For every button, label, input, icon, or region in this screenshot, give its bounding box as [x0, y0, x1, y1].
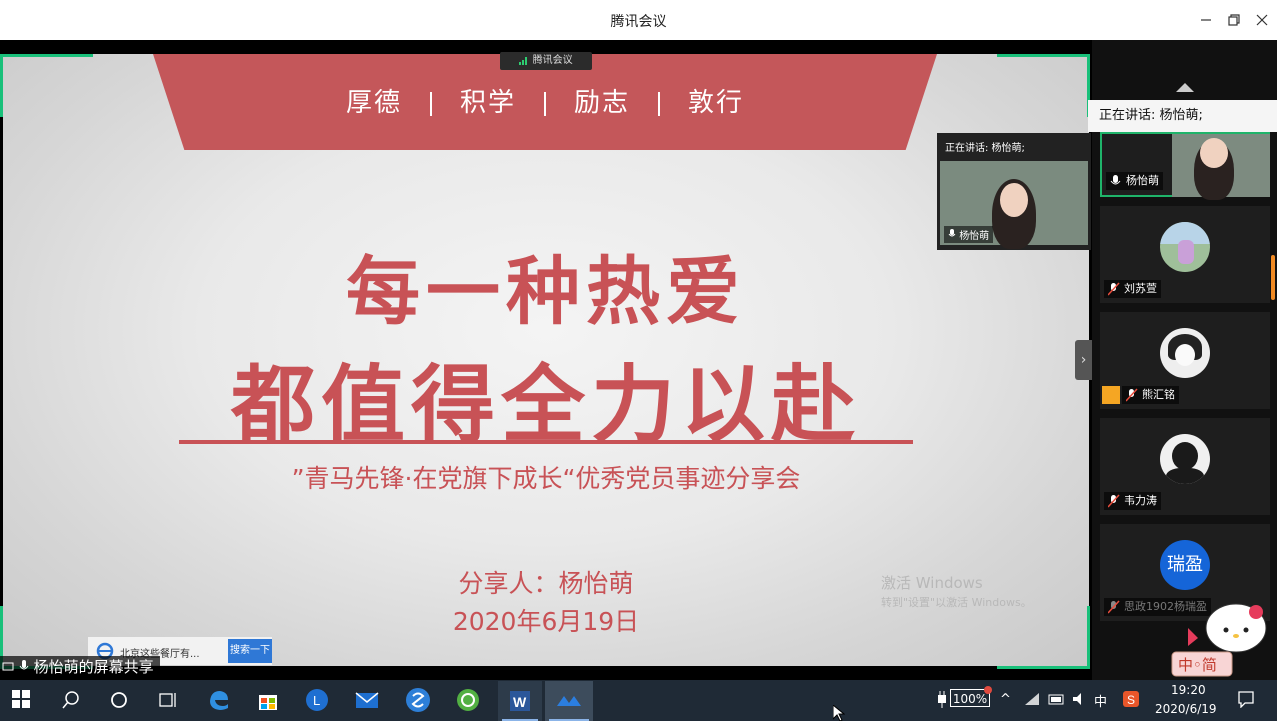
participant-tile[interactable]: 刘苏萱: [1100, 206, 1270, 303]
clock-app-icon[interactable]: L: [305, 688, 331, 714]
360-browser-icon[interactable]: [456, 688, 482, 714]
svg-text:W: W: [513, 694, 527, 710]
search-icon[interactable]: [60, 689, 86, 715]
clock-time[interactable]: 19:20: [1171, 683, 1206, 697]
participant-tile[interactable]: 韦力涛: [1100, 418, 1270, 515]
svg-text:L: L: [313, 693, 320, 708]
mic-muted-icon: [1108, 600, 1120, 614]
edge-browser-icon[interactable]: [207, 688, 233, 714]
participant-name: 韦力涛: [1104, 492, 1161, 510]
avatar: [1160, 222, 1210, 272]
title-bar: 腾讯会议: [0, 0, 1277, 40]
collapse-sidebar-button[interactable]: ›: [1075, 340, 1092, 380]
participant-name: 杨怡萌: [1106, 172, 1163, 190]
sidebar-scrollbar[interactable]: [1271, 255, 1275, 300]
battery-alert-dot: [984, 686, 992, 694]
scroll-up-arrow-icon[interactable]: [1176, 83, 1194, 92]
shared-screen-stage[interactable]: 厚德 积学 励志 敦行 每一种热爱 都值得全力以赴 ”青马先锋·在党旗下成长“优秀党员…: [0, 40, 1092, 669]
tencent-meeting-icon: [557, 696, 581, 706]
clock-date[interactable]: 2020/6/19: [1155, 702, 1217, 716]
mail-icon[interactable]: [355, 690, 381, 716]
close-button[interactable]: [1248, 8, 1276, 32]
avatar: 瑞盈: [1160, 540, 1210, 590]
restore-icon: [1228, 14, 1240, 26]
cortana-icon[interactable]: [108, 689, 134, 715]
sogou-ime-icon[interactable]: S: [1122, 690, 1140, 708]
restore-button[interactable]: [1220, 8, 1248, 32]
sidebar-speaking-label: 正在讲话: 杨怡萌;: [1088, 100, 1277, 132]
banner-item: 厚德: [345, 88, 402, 118]
floating-speaking-label: 正在讲话: 杨怡萌;: [945, 143, 1025, 154]
power-plug-icon[interactable]: [935, 690, 949, 708]
volume-icon[interactable]: [1072, 692, 1088, 706]
task-view-icon[interactable]: [156, 689, 182, 715]
avatar: [1160, 328, 1210, 378]
participant-name: 刘苏萱: [1104, 280, 1161, 298]
battery-tray-icon[interactable]: [1048, 692, 1066, 706]
store-icon[interactable]: [256, 688, 282, 714]
user-badge-icon: [1102, 386, 1120, 404]
signal-icon: [519, 56, 528, 65]
mic-icon: [19, 660, 29, 670]
banner-item: 积学: [459, 88, 516, 118]
minimize-button[interactable]: [1192, 8, 1220, 32]
ime-sticker[interactable]: 中◦简: [1170, 598, 1274, 678]
tencent-meeting-taskbar-button[interactable]: [545, 681, 593, 721]
ime-sticker-text: 中◦简: [1178, 656, 1217, 674]
meeting-share-badge[interactable]: 腾讯会议: [500, 52, 592, 70]
screen-share-label: 杨怡萌的屏幕共享: [0, 656, 160, 678]
chevron-right-icon: ›: [1080, 352, 1087, 368]
tray-expand-icon[interactable]: ^: [1000, 692, 1011, 707]
floating-speaker-video[interactable]: 正在讲话: 杨怡萌; 杨怡萌: [937, 133, 1091, 250]
banner-items: 厚德 积学 励志 敦行: [153, 82, 937, 119]
share-frame-corner: [997, 606, 1090, 669]
slide-subtitle: ”青马先锋·在党旗下成长“优秀党员事迹分享会: [291, 464, 801, 493]
windows-start-icon[interactable]: [10, 688, 36, 714]
word-taskbar-button[interactable]: W: [498, 681, 542, 721]
sogou-browser-icon[interactable]: [405, 687, 431, 713]
mic-muted-icon: [1108, 494, 1120, 508]
windows-activation-watermark: 激活 Windows: [881, 574, 983, 592]
mic-icon: [948, 229, 956, 237]
screen-icon: [2, 662, 14, 671]
banner-item: 励志: [574, 88, 631, 118]
wifi-icon[interactable]: [1024, 692, 1040, 706]
mic-muted-icon: [1126, 388, 1138, 402]
presentation-slide: 厚德 积学 励志 敦行 每一种热爱 都值得全力以赴 ”青马先锋·在党旗下成长“优秀党员…: [3, 54, 1089, 666]
floating-video-name: 杨怡萌: [944, 226, 994, 243]
participant-name: 熊汇铭: [1122, 386, 1179, 404]
banner-item: 敦行: [688, 88, 745, 118]
window-title: 腾讯会议: [610, 14, 667, 30]
avatar: [1160, 434, 1210, 484]
popup-search-button[interactable]: 搜索一下: [228, 639, 272, 663]
participant-tile[interactable]: 熊汇铭: [1100, 312, 1270, 409]
mic-muted-icon: [1108, 282, 1120, 296]
mic-icon: [1110, 175, 1121, 185]
participant-video: [1172, 134, 1270, 200]
participant-tile[interactable]: 杨怡萌: [1100, 132, 1270, 200]
minimize-icon: [1201, 19, 1211, 21]
mouse-cursor-icon: [833, 705, 845, 721]
svg-text:S: S: [1127, 693, 1135, 707]
close-icon: [1256, 14, 1268, 26]
notification-center-icon[interactable]: [1237, 690, 1255, 708]
share-badge-label: 腾讯会议: [532, 55, 573, 66]
speaker-video-frame: 杨怡萌: [940, 161, 1088, 249]
slide-headline-line1: 每一种热爱: [346, 249, 746, 335]
share-frame-corner: [997, 54, 1090, 117]
headline-divider: [179, 440, 913, 444]
ime-indicator[interactable]: 中: [1094, 691, 1107, 710]
word-icon: W: [510, 691, 530, 711]
share-frame-corner: [0, 54, 93, 117]
